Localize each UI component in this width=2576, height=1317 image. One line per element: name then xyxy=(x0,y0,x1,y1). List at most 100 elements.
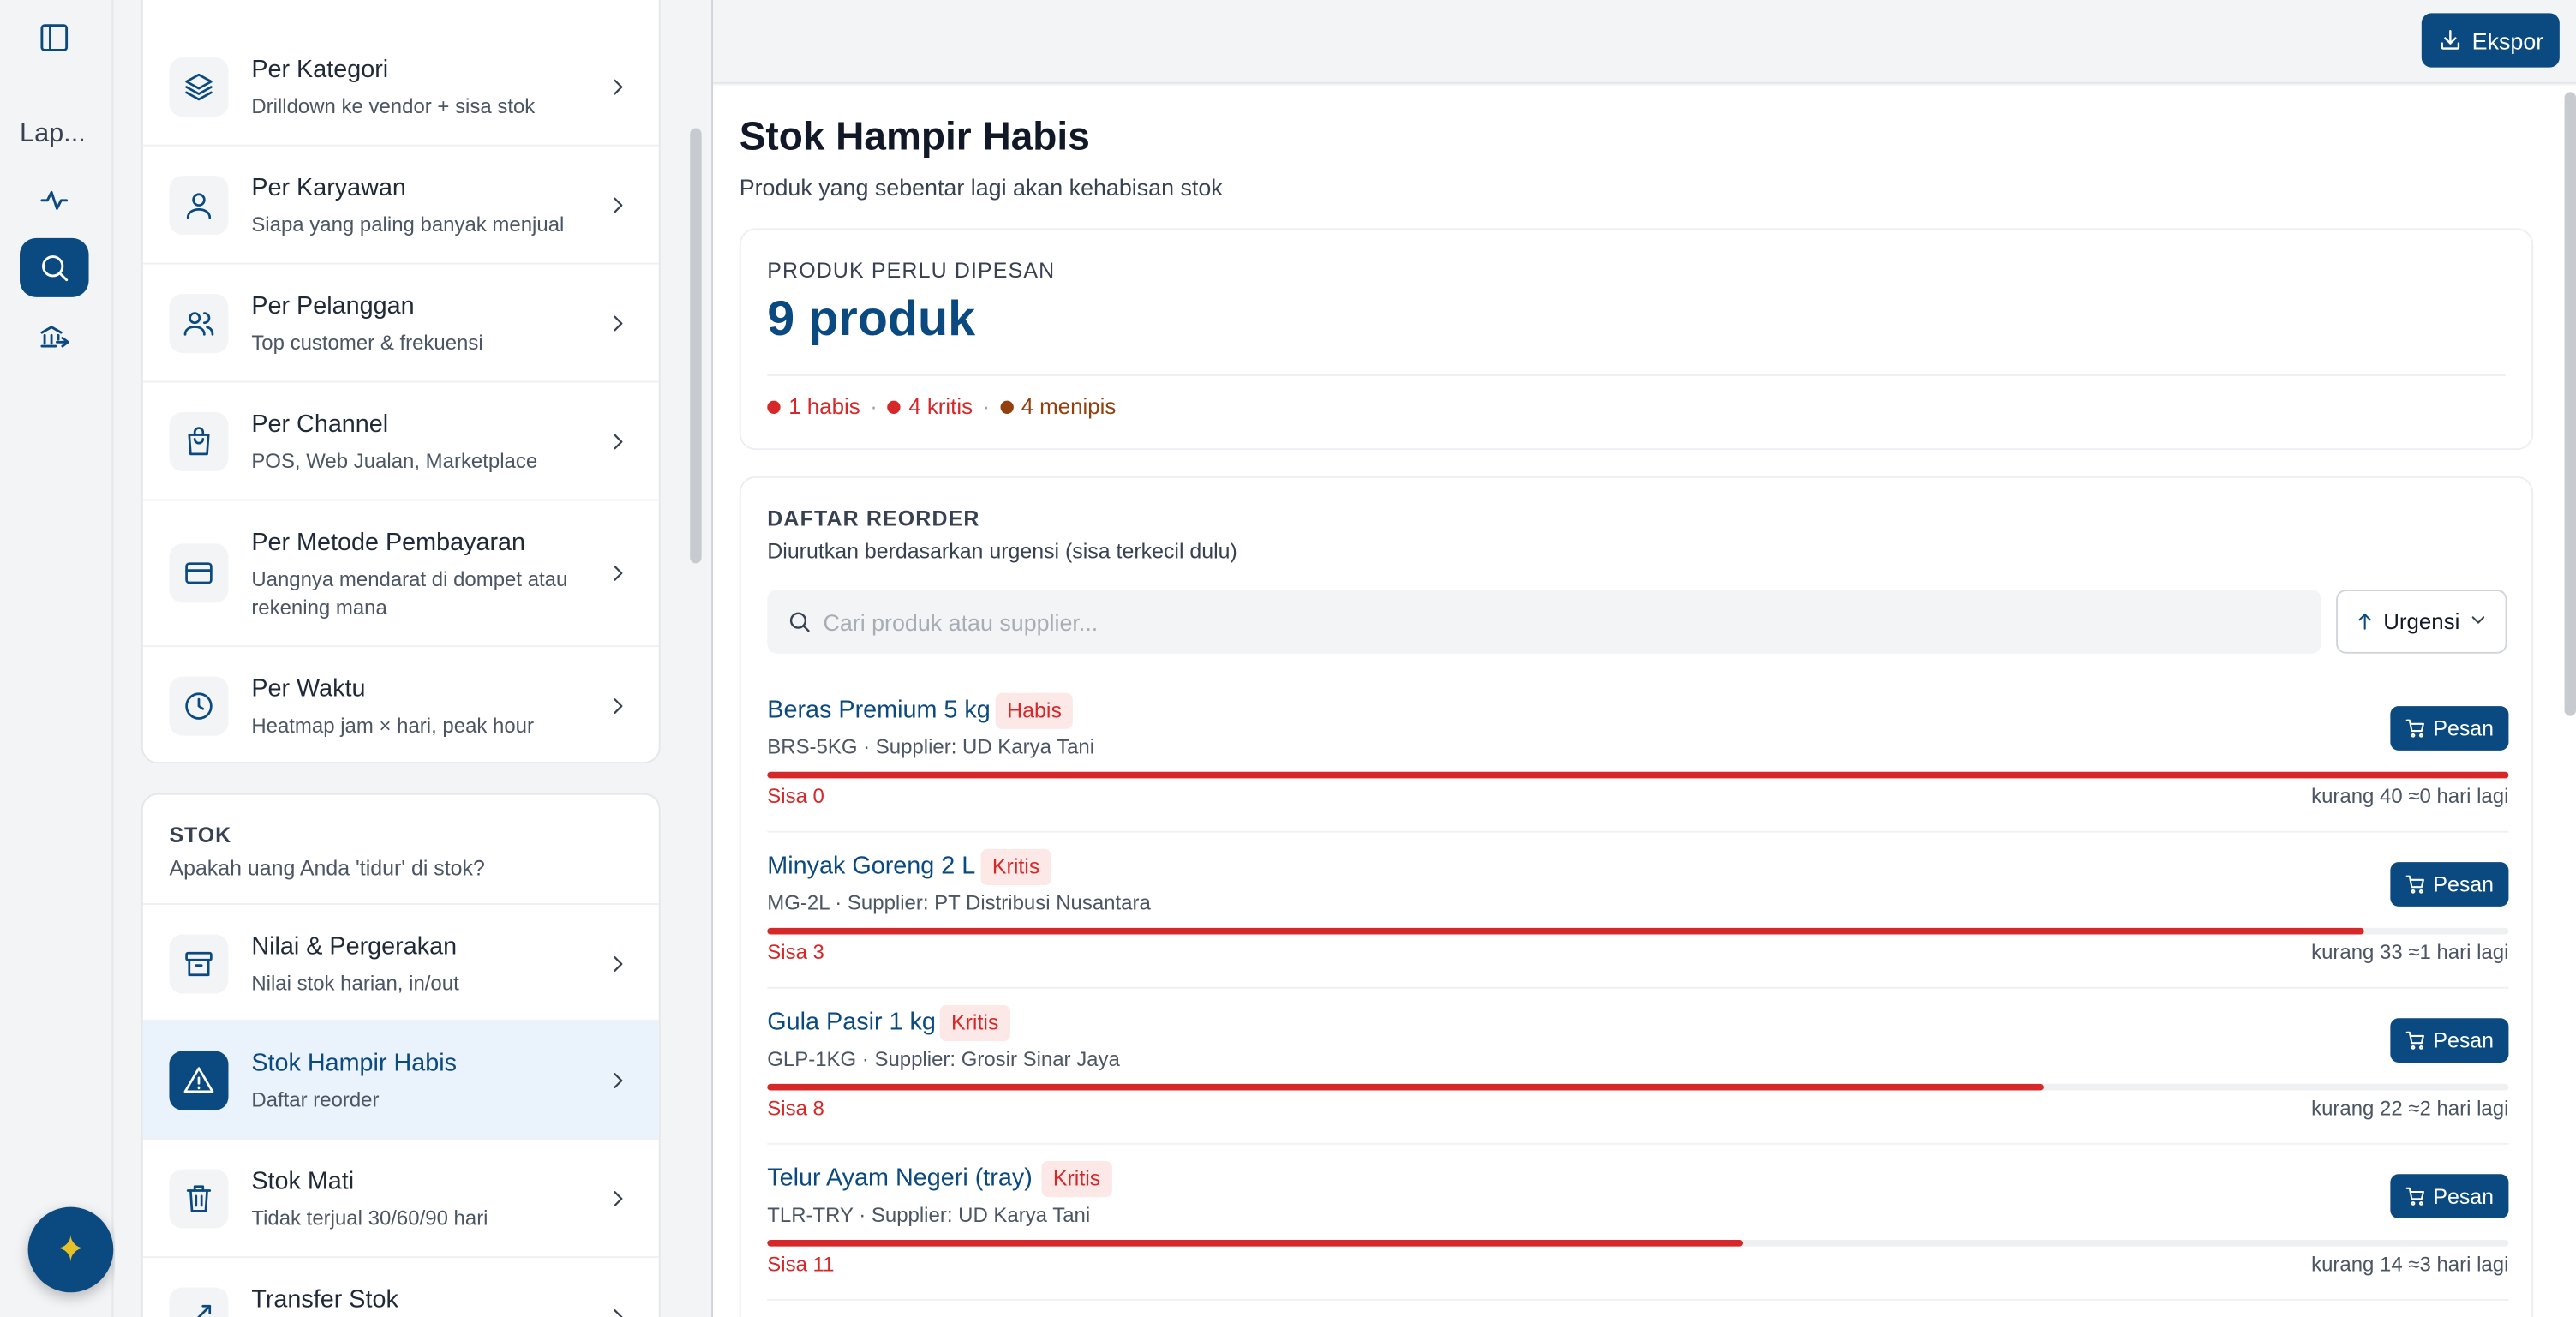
order-label: Pesan xyxy=(2433,715,2495,741)
product-name-link[interactable]: Beras Premium 5 kg xyxy=(767,697,991,725)
users-icon xyxy=(169,294,229,354)
status-badge: Habis xyxy=(995,692,1074,729)
chevron-right-icon xyxy=(606,312,629,335)
shortage-estimate: kurang 22 ≈2 hari lagi xyxy=(2311,1097,2509,1121)
red-dot-icon xyxy=(887,400,901,414)
stock-progress-track xyxy=(767,927,2509,935)
sort-dropdown[interactable]: Urgensi xyxy=(2336,590,2507,654)
status-badge: Kritis xyxy=(980,848,1051,885)
transfer-icon xyxy=(169,1287,229,1317)
reorder-row: Telur Ayam Negeri (tray) Kritis TLR-TRY … xyxy=(767,1145,2509,1301)
bank-transfer-icon[interactable] xyxy=(20,307,89,366)
summary-kicker: PRODUK PERLU DIPESAN xyxy=(767,257,1056,283)
chip-label: 4 menipis xyxy=(1021,393,1117,419)
menu-item-subtitle: Heatmap jam × hari, peak hour xyxy=(251,714,534,738)
menu-item-transfer-stok[interactable]: Transfer Stok xyxy=(143,1258,659,1317)
user-icon xyxy=(169,176,229,236)
menu-item-stok-hampir-habis[interactable]: Stok Hampir Habis Daftar reorder xyxy=(142,1021,659,1140)
product-meta: MG-2L · Supplier: PT Distribusi Nusantar… xyxy=(767,891,1151,915)
cart-icon xyxy=(2405,1187,2425,1206)
section-title: STOK xyxy=(169,823,232,847)
chevron-right-icon xyxy=(606,695,629,718)
menu-item-subtitle: Nilai stok harian, in/out xyxy=(251,972,459,996)
product-name-link[interactable]: Minyak Goreng 2 L xyxy=(767,853,975,881)
remaining-stock: Sisa 3 xyxy=(767,941,824,964)
chevron-right-icon xyxy=(606,561,629,584)
search-icon xyxy=(789,612,810,632)
chip-menipis: 4 menipis xyxy=(999,393,1117,419)
order-button[interactable]: Pesan xyxy=(2390,706,2509,751)
chevron-right-icon xyxy=(606,430,629,453)
stock-progress-fill xyxy=(767,1083,2044,1091)
order-button[interactable]: Pesan xyxy=(2390,1174,2509,1219)
page-title: Stok Hampir Habis xyxy=(739,115,1090,159)
product-meta: GLP-1KG · Supplier: Grosir Sinar Jaya xyxy=(767,1047,1120,1071)
menu-item-title: Nilai & Pergerakan xyxy=(251,932,458,961)
menu-item-per-channel[interactable]: Per Channel POS, Web Jualan, Marketplace xyxy=(142,383,659,501)
shopping-bag-icon xyxy=(169,412,229,472)
chevron-right-icon xyxy=(606,1069,629,1093)
stock-progress-track xyxy=(767,1239,2509,1247)
search-icon[interactable] xyxy=(20,237,89,297)
menu-item-per-karyawan[interactable]: Per Karyawan Siapa yang paling banyak me… xyxy=(142,147,659,265)
chip-separator: · xyxy=(870,393,878,419)
assistant-fab-icon[interactable]: ✦ xyxy=(27,1206,114,1293)
menu-item-title: Per Kategori xyxy=(251,56,389,84)
product-name-link[interactable]: Gula Pasir 1 kg xyxy=(767,1009,936,1037)
report-menu: Per Kategori Drilldown ke vendor + sisa … xyxy=(115,0,712,1317)
order-label: Pesan xyxy=(2433,871,2495,897)
main-scrollbar[interactable] xyxy=(2564,92,2576,716)
menu-item-title: Stok Hampir Habis xyxy=(251,1049,458,1078)
menu-item-title: Per Metode Pembayaran xyxy=(251,529,526,557)
sort-label: Urgensi xyxy=(2383,609,2460,634)
menu-item-per-waktu[interactable]: Per Waktu Heatmap jam × hari, peak hour xyxy=(143,647,659,762)
sidebar-toggle-icon[interactable] xyxy=(20,9,89,68)
menu-item-subtitle: Top customer & frekuensi xyxy=(251,332,483,355)
chip-label: 4 kritis xyxy=(908,393,973,419)
stok-section-card: STOK Apakah uang Anda 'tidur' di stok? N… xyxy=(141,793,661,1317)
menu-item-subtitle: Siapa yang paling banyak menjual xyxy=(251,213,565,236)
cart-icon xyxy=(2405,1031,2425,1050)
icon-rail: Lap... ✦ xyxy=(0,0,114,1317)
menu-item-title: Per Channel xyxy=(251,410,389,439)
order-label: Pesan xyxy=(2433,1027,2495,1053)
menu-item-per-metode-pembayaran[interactable]: Per Metode Pembayaran Uangnya mendarat d… xyxy=(142,501,659,648)
order-button[interactable]: Pesan xyxy=(2390,862,2509,907)
menu-item-nilai-pergerakan[interactable]: Nilai & Pergerakan Nilai stok harian, in… xyxy=(142,903,659,1022)
rail-section-label: Lap... xyxy=(20,119,86,148)
chevron-right-icon xyxy=(606,1306,629,1317)
product-meta: TLR-TRY · Supplier: UD Karya Tani xyxy=(767,1203,1091,1227)
menu-item-subtitle: Tidak terjual 30/60/90 hari xyxy=(251,1206,488,1230)
export-button[interactable]: Ekspor xyxy=(2421,13,2560,68)
reorder-row: Beras Premium 5 kg Habis BRS-5KG · Suppl… xyxy=(767,677,2509,833)
menu-item-title: Transfer Stok xyxy=(251,1285,398,1314)
summary-divider xyxy=(767,374,2506,376)
menu-item-title: Per Waktu xyxy=(251,674,366,703)
menu-item-subtitle: Drilldown ke vendor + sisa stok xyxy=(251,95,536,118)
chip-habis: 1 habis xyxy=(767,394,860,419)
activity-icon[interactable] xyxy=(20,171,89,230)
chip-separator: · xyxy=(982,393,991,419)
stock-progress-fill xyxy=(767,771,2509,779)
menu-item-title: Per Pelanggan xyxy=(251,292,415,320)
menu-item-per-kategori[interactable]: Per Kategori Drilldown ke vendor + sisa … xyxy=(142,28,659,147)
product-name-link[interactable]: Telur Ayam Negeri (tray) xyxy=(767,1164,1033,1193)
search-input[interactable] xyxy=(823,590,2302,654)
order-button[interactable]: Pesan xyxy=(2390,1018,2509,1063)
menu-scrollbar[interactable] xyxy=(690,128,702,564)
section-subtitle: Apakah uang Anda 'tidur' di stok? xyxy=(169,855,485,881)
menu-item-subtitle: Uangnya mendarat di dompet atau rekening… xyxy=(251,568,568,620)
page-subtitle: Produk yang sebentar lagi akan kehabisan… xyxy=(739,174,1223,201)
arrow-up-icon xyxy=(2357,614,2371,630)
shortage-estimate: kurang 40 ≈0 hari lagi xyxy=(2311,785,2509,808)
clock-icon xyxy=(169,676,229,736)
menu-item-per-pelanggan[interactable]: Per Pelanggan Top customer & frekuensi xyxy=(142,265,659,383)
order-label: Pesan xyxy=(2433,1183,2495,1209)
chevron-down-icon xyxy=(2468,608,2489,635)
stock-progress-track xyxy=(767,1083,2509,1091)
cart-icon xyxy=(2405,875,2425,894)
trash-icon xyxy=(169,1169,229,1229)
sales-report-card: Per Kategori Drilldown ke vendor + sisa … xyxy=(141,0,661,764)
menu-item-title: Per Karyawan xyxy=(251,174,406,202)
menu-item-stok-mati[interactable]: Stok Mati Tidak terjual 30/60/90 hari xyxy=(142,1140,659,1259)
